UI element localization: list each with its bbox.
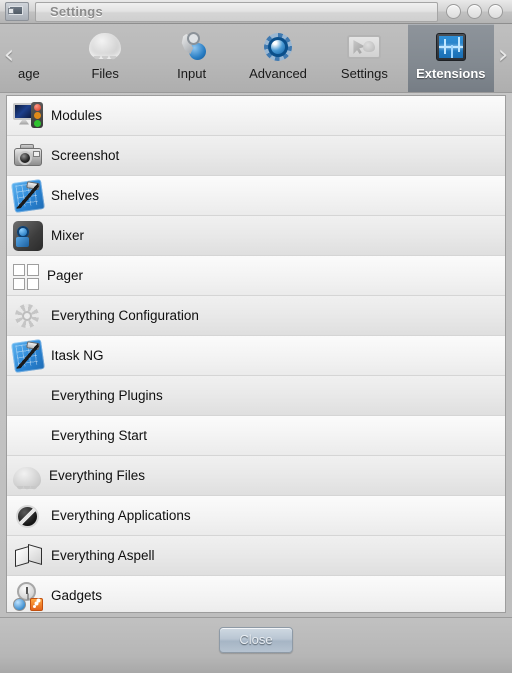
grey-gear-icon — [13, 301, 43, 331]
tab-language[interactable]: age — [18, 24, 62, 92]
list-item-label: Everything Applications — [51, 508, 191, 523]
tab-toolbar: ‹ age Files Input Advanced Settings Exte… — [0, 24, 512, 93]
list-item-label: Pager — [47, 268, 84, 283]
pager-grid-icon — [13, 263, 39, 290]
files-icon — [88, 30, 122, 64]
list-item-label: Shelves — [51, 188, 100, 203]
tab-settings-label: Settings — [340, 66, 388, 81]
close-button[interactable]: Close — [219, 627, 293, 653]
blueprint-hammer-icon — [11, 338, 45, 373]
gadgets-clock-rss-icon — [13, 581, 43, 611]
list-item[interactable]: Everything Start — [7, 416, 505, 456]
modules-monitor-icon — [13, 101, 43, 131]
list-item[interactable]: Everything Applications — [7, 496, 505, 536]
maximize-button[interactable] — [467, 4, 482, 19]
camera-icon — [13, 141, 43, 171]
tab-advanced[interactable]: Advanced — [235, 24, 321, 92]
extensions-board-icon — [434, 30, 468, 64]
list-item-label: Everything Plugins — [51, 388, 163, 403]
tab-input[interactable]: Input — [148, 24, 234, 92]
tab-extensions-label: Extensions — [416, 66, 486, 81]
list-item[interactable]: Everything Configuration — [7, 296, 505, 336]
tab-extensions[interactable]: Extensions — [407, 24, 495, 92]
list-item-label: Modules — [51, 108, 103, 123]
window-controls — [440, 4, 509, 19]
list-item-label: Screenshot — [51, 148, 120, 163]
list-item[interactable]: Mixer — [7, 216, 505, 256]
page-title: Settings — [50, 4, 103, 19]
settings-window: Settings ‹ age Files Input Advanced Sett… — [0, 0, 512, 673]
extensions-list-frame: Modules Screenshot Shelves Mixer Pager E… — [6, 95, 506, 613]
list-item-label: Everything Aspell — [51, 548, 155, 563]
blueprint-hammer-icon — [11, 178, 45, 213]
tab-settings[interactable]: Settings — [321, 24, 407, 92]
tab-input-label: Input — [177, 66, 207, 81]
tab-files-label: Files — [91, 66, 119, 81]
list-item[interactable]: Everything Plugins — [7, 376, 505, 416]
language-icon — [18, 30, 52, 64]
list-item-label: Everything Files — [49, 468, 146, 483]
tab-language-label: age — [18, 66, 40, 81]
list-item[interactable]: Modules — [7, 96, 505, 136]
input-keys-icon — [175, 30, 209, 64]
settings-screen-icon — [347, 30, 382, 64]
minimize-button[interactable] — [446, 4, 461, 19]
title-bar: Settings — [0, 0, 512, 24]
mixer-icon — [13, 220, 43, 251]
extensions-list: Modules Screenshot Shelves Mixer Pager E… — [7, 96, 505, 612]
list-item-label: Everything Start — [51, 428, 148, 443]
open-book-icon — [13, 541, 43, 571]
scroll-right-chevron-icon[interactable]: › — [494, 24, 512, 92]
list-item-label: Everything Configuration — [51, 308, 199, 323]
list-item[interactable]: Gadgets — [7, 576, 505, 612]
list-item[interactable]: Itask NG — [7, 336, 505, 376]
list-item-label: Gadgets — [51, 588, 103, 603]
close-window-button[interactable] — [488, 4, 503, 19]
blue-gear-icon — [261, 30, 295, 64]
grey-blob-icon — [13, 466, 41, 493]
list-item[interactable]: Shelves — [7, 176, 505, 216]
list-item[interactable]: Everything Files — [7, 456, 505, 496]
dialog-footer: Close — [0, 617, 512, 673]
list-item[interactable]: Pager — [7, 256, 505, 296]
tab-files[interactable]: Files — [62, 24, 148, 92]
list-item[interactable]: Everything Aspell — [7, 536, 505, 576]
list-item[interactable]: Screenshot — [7, 136, 505, 176]
list-item-label: Mixer — [51, 228, 84, 243]
scroll-left-chevron-icon[interactable]: ‹ — [0, 24, 18, 92]
applications-icon — [13, 501, 43, 531]
list-item-label: Itask NG — [51, 348, 104, 363]
window-title-field: Settings — [35, 1, 438, 22]
tab-advanced-label: Advanced — [249, 66, 307, 81]
window-settings-icon[interactable] — [5, 2, 29, 21]
